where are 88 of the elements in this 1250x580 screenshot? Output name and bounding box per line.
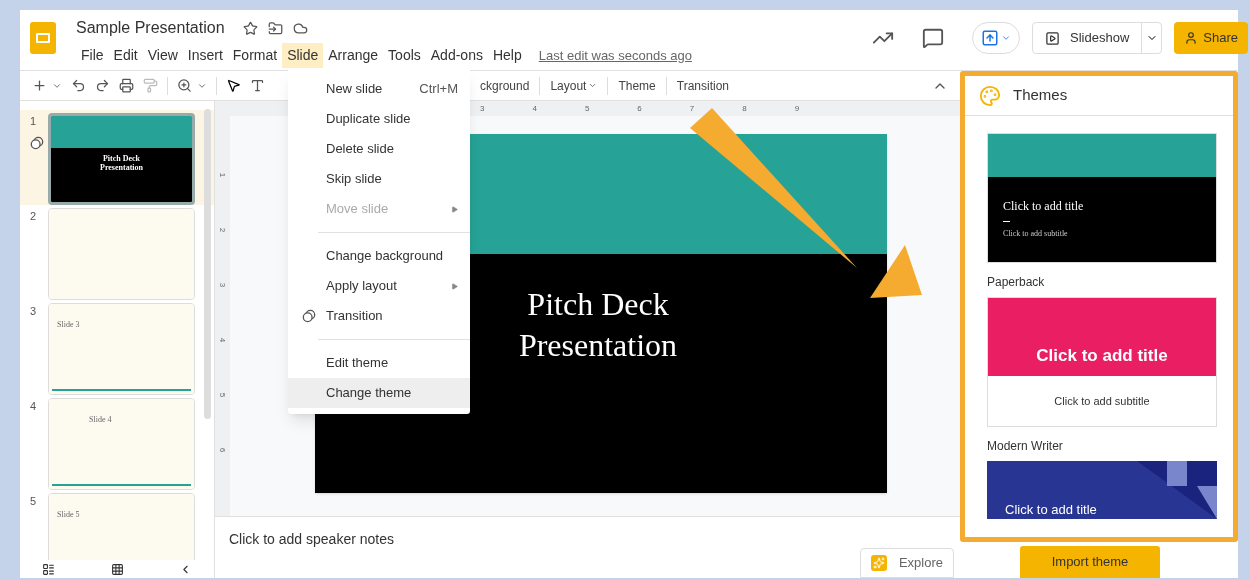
slide-number: 1 <box>30 114 37 129</box>
ruler-number: 4 <box>532 102 537 115</box>
thumbnail-text: Slide 3 <box>57 320 80 329</box>
speaker-notes-panel[interactable]: Click to add speaker notes Explore <box>215 516 960 578</box>
thumbnail-title: Pitch Deck Presentation <box>99 154 144 172</box>
zoom-icon[interactable] <box>177 78 192 93</box>
select-tool-icon[interactable] <box>226 78 241 93</box>
ruler-number: 7 <box>689 102 695 115</box>
toolbar-button[interactable]: Layout <box>549 76 599 95</box>
menu-option[interactable]: Duplicate slide <box>288 104 470 134</box>
present-icon <box>981 29 1000 47</box>
new-slide-icon[interactable] <box>32 78 47 93</box>
ruler-number: 1 <box>217 172 229 178</box>
sparkle-icon <box>870 555 887 571</box>
cloud-icon[interactable] <box>292 20 308 36</box>
filmstrip-view-icon[interactable] <box>42 562 55 576</box>
thumbnail-text: Slide 5 <box>57 510 80 519</box>
theme-preview[interactable]: Click to add title Click to add subtitle <box>987 133 1217 263</box>
toolbar-button[interactable]: ckground <box>479 76 531 95</box>
menu-item[interactable]: View <box>142 43 183 68</box>
ruler-number: 2 <box>217 227 229 233</box>
overlapping-circles-icon <box>302 309 316 323</box>
menu-item[interactable]: Help <box>487 43 527 68</box>
theme-name: Modern Writer <box>987 438 1064 455</box>
print-icon[interactable] <box>119 78 134 93</box>
slide-thumbnail[interactable]: Slide 5 <box>48 493 195 560</box>
share-button[interactable]: Share <box>1174 22 1248 54</box>
menu-option[interactable]: Change theme <box>288 378 470 408</box>
ruler-number: 9 <box>794 102 800 115</box>
theme-preview[interactable]: Click to add title <box>987 461 1217 519</box>
menu-item[interactable]: Tools <box>383 43 426 68</box>
theme-title: Click to add title <box>1036 344 1168 367</box>
slide-title[interactable]: Pitch Deck Presentation <box>503 284 693 366</box>
menu-option[interactable]: New slide Ctrl+M <box>288 74 470 104</box>
scrollbar[interactable] <box>204 109 211 419</box>
folder-icon[interactable] <box>267 20 283 36</box>
ruler-number: 6 <box>637 102 642 115</box>
caret-icon <box>588 81 598 90</box>
caret-icon <box>1001 33 1012 43</box>
import-theme-button[interactable]: Import theme <box>1020 546 1160 578</box>
undo-icon[interactable] <box>71 78 86 93</box>
menu-item[interactable]: Insert <box>182 43 228 68</box>
submenu-arrow-icon <box>451 205 458 213</box>
text-box-icon[interactable] <box>250 78 265 93</box>
thumbnail-text: Slide 4 <box>89 415 112 424</box>
submenu-arrow-icon <box>451 282 458 290</box>
slide-thumbnail[interactable] <box>48 208 195 300</box>
panel-title: Themes <box>1013 85 1068 106</box>
slide-number: 5 <box>30 494 37 509</box>
theme-subtitle: Click to add subtitle <box>1003 228 1069 240</box>
theme-subtitle: Click to add subtitle <box>1054 393 1150 409</box>
slide-thumbnail[interactable]: Slide 4 <box>48 398 195 490</box>
theme-title: Click to add title <box>1005 501 1097 519</box>
menu-item[interactable]: File <box>76 43 109 68</box>
theme-title: Click to add title <box>1003 198 1085 215</box>
ruler-number: 6 <box>217 447 229 453</box>
document-title[interactable]: Sample Presentation <box>76 16 225 40</box>
redo-icon[interactable] <box>95 78 110 93</box>
menu-item[interactable]: Slide <box>282 43 324 68</box>
transition-icon <box>30 135 44 150</box>
play-icon <box>1045 30 1061 46</box>
slide-thumbnail[interactable]: Slide 3 <box>48 303 195 395</box>
star-icon[interactable] <box>242 20 258 36</box>
slide-number: 4 <box>30 399 37 414</box>
ruler-number: 4 <box>217 337 229 343</box>
slide-thumbnail[interactable]: Pitch Deck Presentation <box>48 113 195 205</box>
corner-shapes-icon <box>1137 461 1217 519</box>
palette-icon <box>979 84 1001 107</box>
toolbar-button[interactable]: Theme <box>617 76 657 95</box>
theme-preview[interactable]: Click to add title Click to add subtitle <box>987 297 1217 427</box>
menu-item[interactable]: Add-ons <box>425 43 488 68</box>
grid-view-icon[interactable] <box>110 562 124 576</box>
explore-button[interactable]: Explore <box>859 548 954 578</box>
theme-name: Paperback <box>987 274 1046 291</box>
ruler-number: 3 <box>217 282 229 288</box>
last-edit-link[interactable]: Last edit was seconds ago <box>538 45 692 66</box>
person-icon <box>1184 31 1199 45</box>
menu-item[interactable]: Format <box>227 43 283 68</box>
comments-icon[interactable] <box>922 27 945 49</box>
menu-item[interactable]: Arrange <box>323 43 384 68</box>
ruler-number: 5 <box>217 392 229 398</box>
slide-number: 3 <box>30 304 37 319</box>
ruler-number: 3 <box>480 102 485 115</box>
ruler-number: 5 <box>584 102 590 115</box>
slide-number: 2 <box>30 209 37 224</box>
ruler-number: 8 <box>742 102 747 115</box>
menu-item[interactable]: Edit <box>108 43 143 68</box>
toolbar-button[interactable]: Transition <box>675 76 730 95</box>
